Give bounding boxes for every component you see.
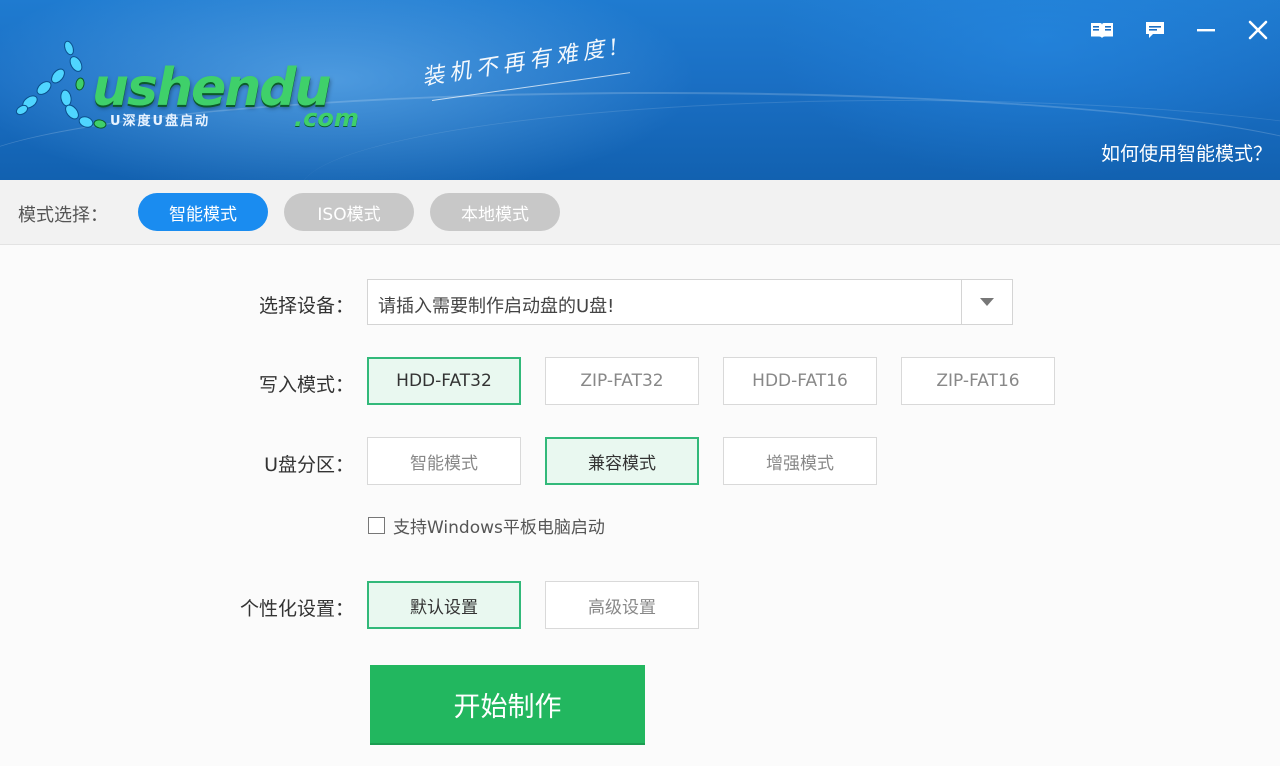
header-banner: ushendu U深度U盘启动 .com 装机不再有难度! 如何使用智能模式？ <box>0 0 1280 180</box>
personalize-option-default[interactable]: 默认设置 <box>367 581 521 629</box>
device-select-value: 请插入需要制作启动盘的U盘! <box>378 296 615 317</box>
write-mode-label: 写入模式： <box>258 374 354 396</box>
feedback-button[interactable] <box>1140 16 1170 44</box>
help-link[interactable]: 如何使用智能模式？ <box>1101 139 1272 166</box>
mode-selection-bar: 模式选择： 智能模式 ISO模式 本地模式 <box>0 180 1280 245</box>
mode-tab-local[interactable]: 本地模式 <box>430 193 560 231</box>
chevron-down-icon <box>980 298 994 306</box>
logo-domain: .com <box>294 104 359 132</box>
book-icon <box>1091 23 1113 38</box>
partition-option-enhanced[interactable]: 增强模式 <box>723 437 877 485</box>
device-label: 选择设备： <box>258 295 354 317</box>
mode-tab-smart[interactable]: 智能模式 <box>138 193 268 231</box>
partition-option-compatible[interactable]: 兼容模式 <box>545 437 699 485</box>
close-icon <box>1248 20 1268 40</box>
logo-subtitle: U深度U盘启动 <box>110 114 211 129</box>
minimize-button[interactable] <box>1191 16 1221 44</box>
write-mode-option-hdd-fat32[interactable]: HDD-FAT32 <box>367 357 521 405</box>
device-select[interactable]: 请插入需要制作启动盘的U盘! <box>367 279 1013 325</box>
partition-option-smart[interactable]: 智能模式 <box>367 437 521 485</box>
device-dropdown-button[interactable] <box>961 280 1012 324</box>
app-window: ushendu U深度U盘启动 .com 装机不再有难度! 如何使用智能模式？ … <box>0 0 1280 766</box>
write-mode-option-zip-fat16[interactable]: ZIP-FAT16 <box>901 357 1055 405</box>
mode-selection-label: 模式选择： <box>18 205 108 226</box>
tablet-boot-checkbox-row[interactable]: 支持Windows平板电脑启动 <box>368 513 605 538</box>
tablet-boot-checkbox[interactable] <box>368 516 385 534</box>
write-mode-option-zip-fat32[interactable]: ZIP-FAT32 <box>545 357 699 405</box>
minimize-icon <box>1197 29 1215 32</box>
book-button[interactable] <box>1087 16 1117 44</box>
personalize-option-advanced[interactable]: 高级设置 <box>545 581 699 629</box>
start-button[interactable]: 开始制作 <box>370 665 645 745</box>
slogan-text: 装机不再有难度! <box>420 34 625 91</box>
tablet-boot-checkbox-label: 支持Windows平板电脑启动 <box>393 517 605 538</box>
feedback-icon <box>1146 22 1164 38</box>
write-mode-option-hdd-fat16[interactable]: HDD-FAT16 <box>723 357 877 405</box>
mode-tab-iso[interactable]: ISO模式 <box>284 193 414 231</box>
partition-label: U盘分区： <box>264 454 354 476</box>
personalize-label: 个性化设置： <box>239 598 354 620</box>
close-button[interactable] <box>1243 16 1273 44</box>
